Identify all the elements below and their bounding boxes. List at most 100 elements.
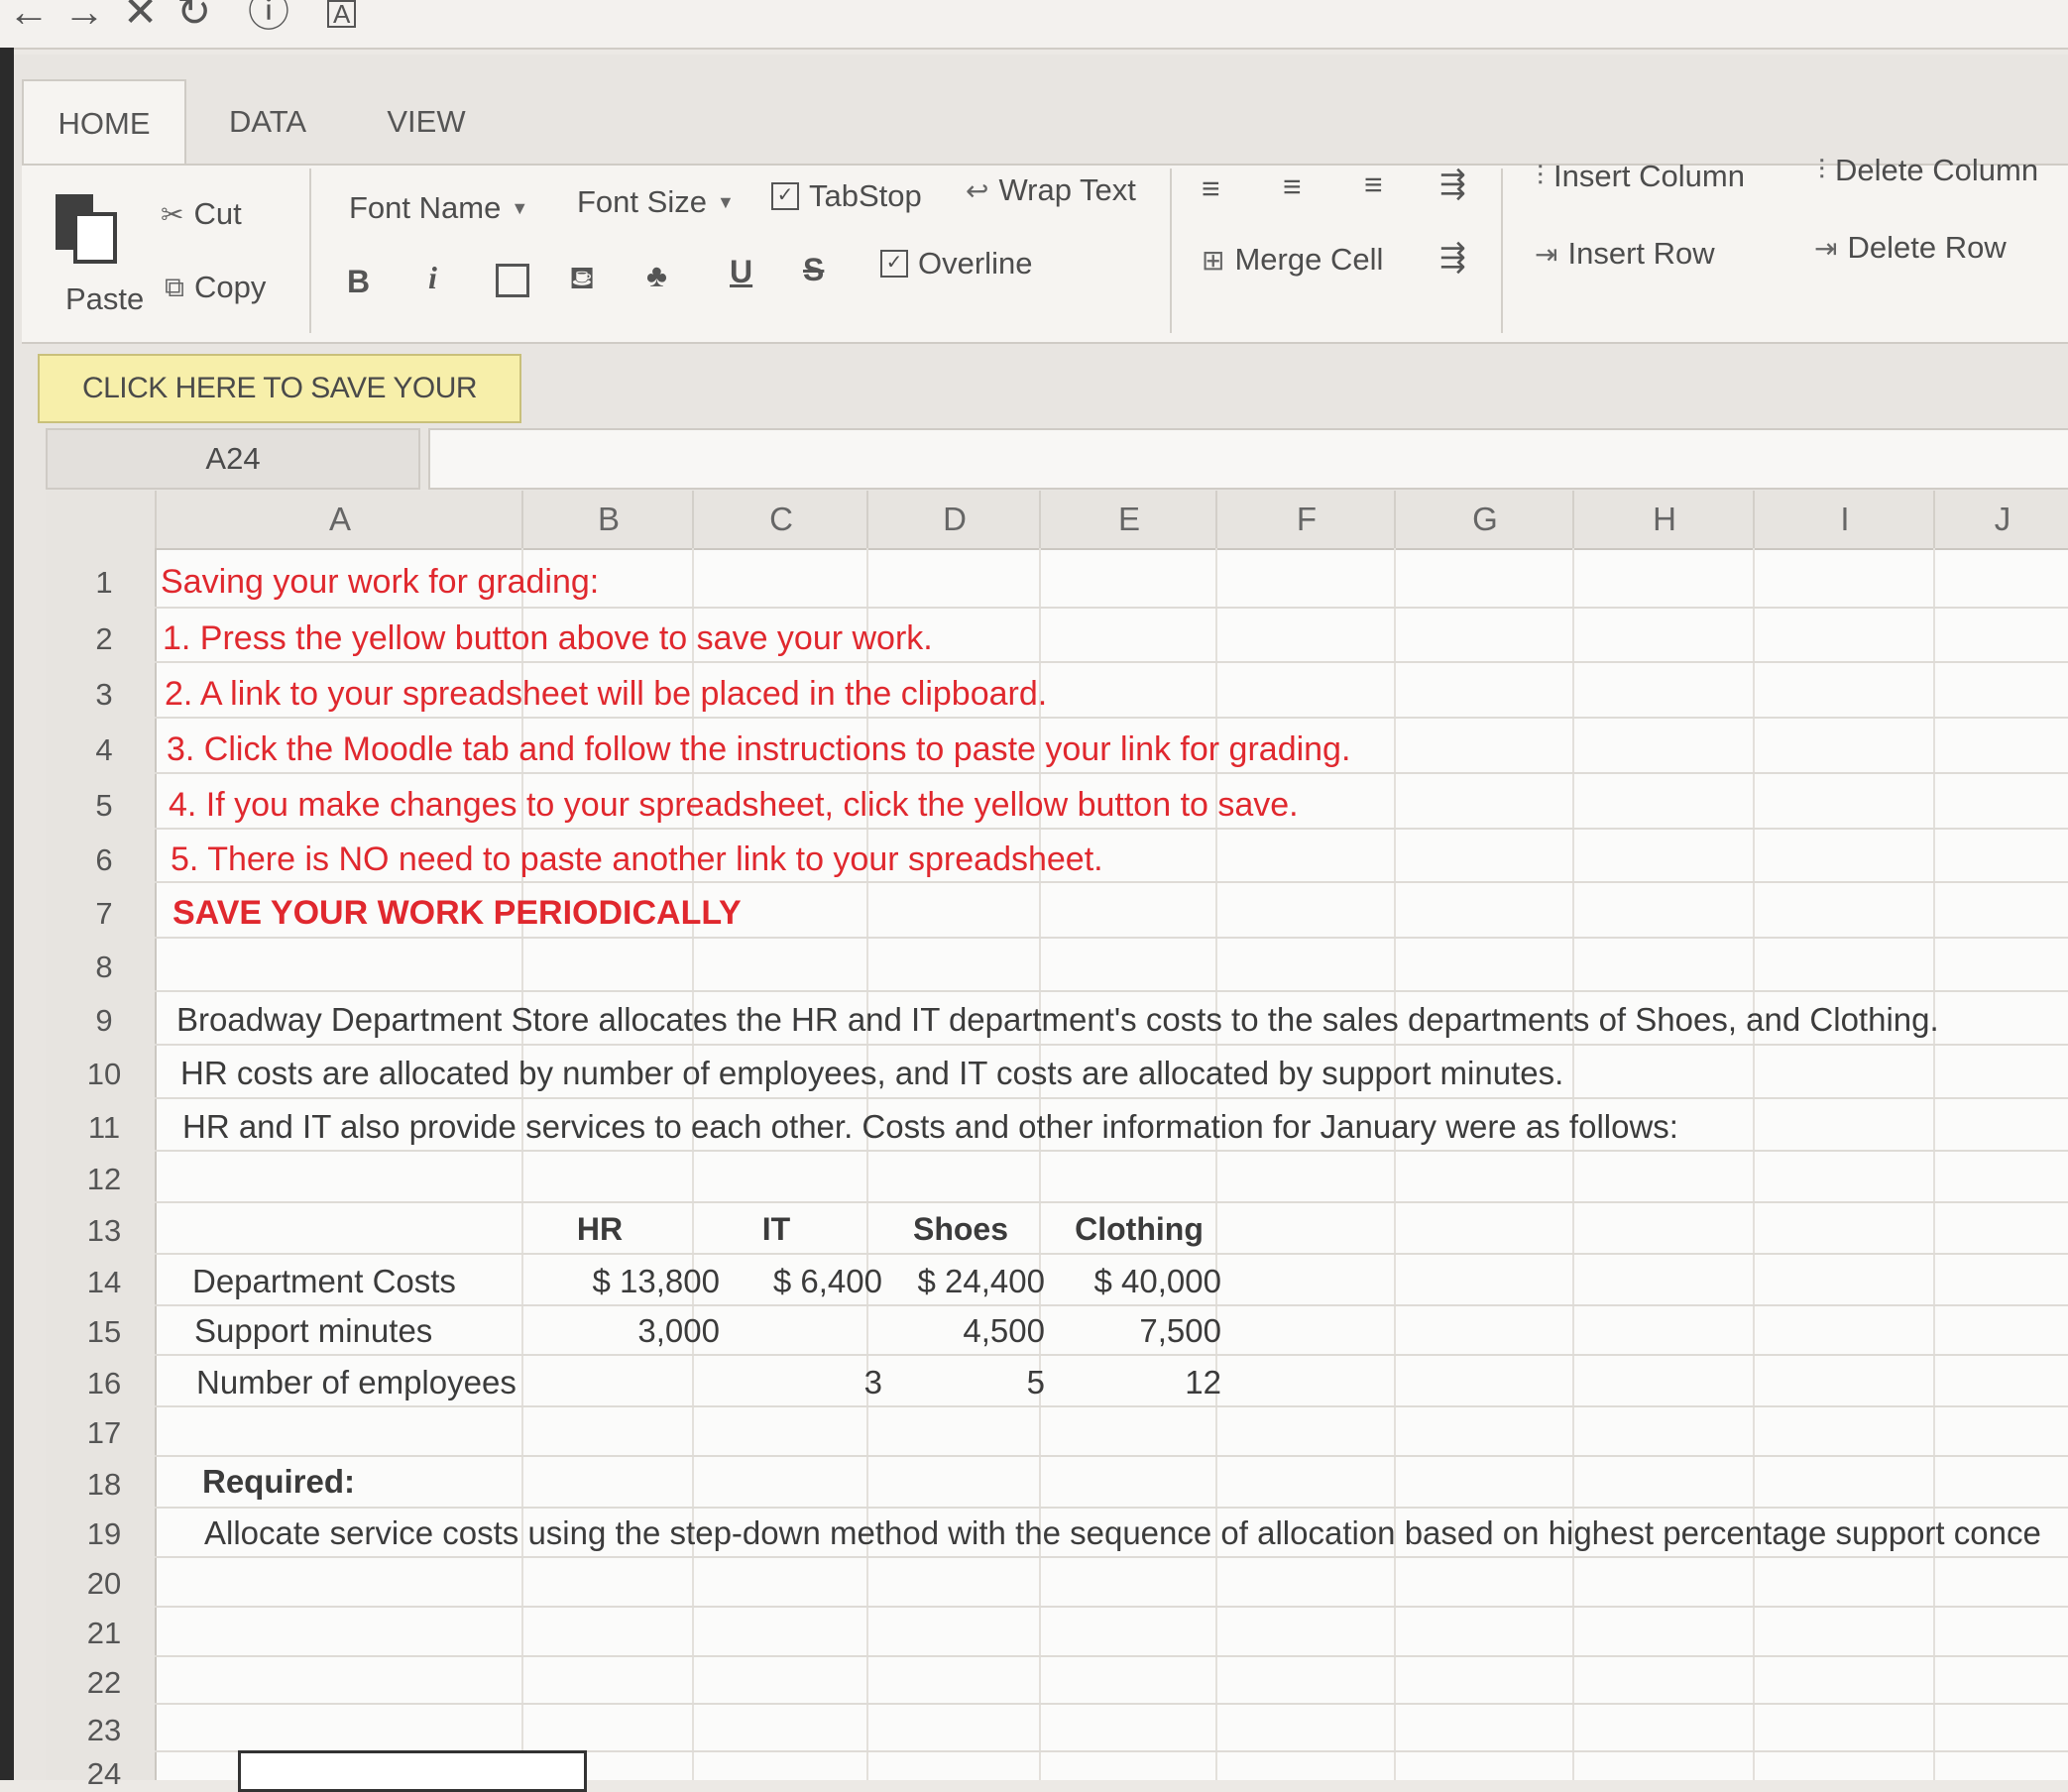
copy-button[interactable]: ⧉ Copy: [165, 270, 266, 305]
row-header-16[interactable]: 16: [59, 1366, 149, 1401]
row-header-22[interactable]: 22: [59, 1665, 149, 1701]
font-size-dropdown[interactable]: Font Size ▼: [577, 184, 735, 220]
tab-home[interactable]: HOME: [22, 79, 186, 167]
row-header-21[interactable]: 21: [59, 1616, 149, 1651]
save-work-button[interactable]: CLICK HERE TO SAVE YOUR WORK: [38, 354, 521, 470]
row-header-13[interactable]: 13: [59, 1213, 149, 1249]
paste-icon[interactable]: [56, 190, 117, 264]
delete-row-button[interactable]: ⇥ Delete Row: [1814, 230, 2007, 266]
cell-clothing-minutes[interactable]: 7,500: [1041, 1312, 1221, 1350]
outdent-icon[interactable]: ⇶: [1439, 238, 1466, 276]
cell-a10[interactable]: HR costs are allocated by number of empl…: [180, 1055, 1563, 1092]
fill-color-icon[interactable]: ⛾: [569, 260, 595, 300]
column-header-f[interactable]: F: [1215, 491, 1396, 548]
forward-arrow-icon[interactable]: →: [63, 0, 105, 33]
row-header-20[interactable]: 20: [59, 1566, 149, 1602]
column-header-c[interactable]: C: [692, 491, 868, 548]
row-header-19[interactable]: 19: [59, 1516, 149, 1552]
header-hr[interactable]: HR: [535, 1211, 664, 1248]
column-header-j[interactable]: J: [1933, 491, 2068, 548]
header-clothing[interactable]: Clothing: [1055, 1211, 1223, 1248]
row-header-8[interactable]: 8: [59, 950, 149, 985]
reader-icon[interactable]: A: [327, 0, 357, 28]
row-header-14[interactable]: 14: [59, 1265, 149, 1300]
cell-shoes-minutes[interactable]: 4,500: [868, 1312, 1045, 1350]
cell-a5[interactable]: 4. If you make changes to your spreadshe…: [169, 786, 1299, 825]
selected-cell-a24[interactable]: [238, 1750, 587, 1792]
column-header-d[interactable]: D: [866, 491, 1041, 548]
italic-button[interactable]: i: [428, 260, 437, 296]
row-header-15[interactable]: 15: [59, 1314, 149, 1350]
header-shoes[interactable]: Shoes: [896, 1211, 1025, 1248]
formula-bar[interactable]: [428, 428, 2068, 490]
cell-shoes-employees[interactable]: 5: [868, 1364, 1045, 1401]
column-header-i[interactable]: I: [1753, 491, 1935, 548]
cell-a1[interactable]: Saving your work for grading:: [161, 563, 599, 602]
column-header-e[interactable]: E: [1039, 491, 1217, 548]
underline-button[interactable]: U: [730, 254, 752, 290]
row-header-6[interactable]: 6: [59, 842, 149, 878]
cell-a6[interactable]: 5. There is NO need to paste another lin…: [171, 840, 1103, 879]
row-header-17[interactable]: 17: [59, 1415, 149, 1451]
cell-a4[interactable]: 3. Click the Moodle tab and follow the i…: [167, 730, 1350, 769]
cell-hr-minutes[interactable]: 3,000: [525, 1312, 720, 1350]
cell-a19[interactable]: Allocate service costs using the step-do…: [204, 1514, 2041, 1552]
row-label-department-costs[interactable]: Department Costs: [192, 1263, 456, 1300]
align-left-icon[interactable]: ≡: [1202, 170, 1220, 207]
info-icon[interactable]: ⓘ: [248, 0, 289, 33]
cell-a3[interactable]: 2. A link to your spreadsheet will be pl…: [165, 675, 1047, 714]
row-header-2[interactable]: 2: [59, 621, 149, 657]
row-header-12[interactable]: 12: [59, 1162, 149, 1197]
column-header-g[interactable]: G: [1394, 491, 1574, 548]
paste-button[interactable]: Paste: [65, 281, 144, 317]
align-center-icon[interactable]: ≡: [1283, 168, 1302, 205]
cell-hr-costs[interactable]: $ 13,800: [525, 1263, 720, 1300]
tabstop-checkbox[interactable]: ✓ TabStop: [771, 178, 922, 214]
row-header-23[interactable]: 23: [59, 1713, 149, 1748]
name-box[interactable]: A24: [46, 428, 420, 490]
cell-clothing-costs[interactable]: $ 40,000: [1041, 1263, 1221, 1300]
insert-row-button[interactable]: ⇥ Insert Row: [1535, 236, 1715, 272]
cell-clothing-employees[interactable]: 12: [1041, 1364, 1221, 1401]
cell-a18[interactable]: Required:: [202, 1463, 355, 1501]
merge-cell-button[interactable]: ⊞ Merge Cell: [1202, 242, 1383, 278]
row-header-5[interactable]: 5: [59, 788, 149, 824]
close-icon[interactable]: ✕: [123, 0, 158, 33]
strikethrough-button[interactable]: S: [803, 252, 824, 288]
column-header-h[interactable]: H: [1572, 491, 1755, 548]
border-icon[interactable]: [496, 264, 529, 297]
bold-button[interactable]: B: [347, 264, 370, 300]
font-name-dropdown[interactable]: Font Name ▼: [349, 190, 528, 226]
cut-button[interactable]: ✂ Cut: [161, 196, 242, 232]
row-header-1[interactable]: 1: [59, 565, 149, 601]
cell-a7[interactable]: SAVE YOUR WORK PERIODICALLY: [172, 894, 742, 933]
overline-checkbox[interactable]: ✓ Overline: [880, 246, 1032, 281]
cell-a9[interactable]: Broadway Department Store allocates the …: [176, 1001, 1939, 1039]
tab-data[interactable]: DATA: [198, 79, 337, 165]
row-label-support-minutes[interactable]: Support minutes: [194, 1312, 432, 1350]
row-header-11[interactable]: 11: [59, 1110, 149, 1146]
cell-it-employees[interactable]: 3: [694, 1364, 882, 1401]
insert-column-button[interactable]: ⫶ Insert Column: [1537, 159, 1745, 194]
cell-it-costs[interactable]: $ 6,400: [694, 1263, 882, 1300]
cell-shoes-costs[interactable]: $ 24,400: [868, 1263, 1045, 1300]
reload-icon[interactable]: ↻: [176, 0, 211, 33]
column-header-a[interactable]: A: [155, 491, 523, 548]
align-right-icon[interactable]: ≡: [1364, 167, 1383, 203]
back-arrow-icon[interactable]: ←: [8, 0, 50, 33]
row-header-24[interactable]: 24: [59, 1756, 149, 1792]
delete-column-button[interactable]: ⫶ Delete Column: [1818, 153, 2038, 188]
cell-a11[interactable]: HR and IT also provide services to each …: [182, 1108, 1678, 1146]
header-it[interactable]: IT: [712, 1211, 841, 1248]
row-header-4[interactable]: 4: [59, 732, 149, 768]
column-header-b[interactable]: B: [521, 491, 694, 548]
row-header-3[interactable]: 3: [59, 677, 149, 713]
row-header-18[interactable]: 18: [59, 1467, 149, 1503]
tab-view[interactable]: VIEW: [357, 79, 496, 165]
indent-icon[interactable]: ⇶: [1439, 165, 1466, 202]
row-label-number-of-employees[interactable]: Number of employees: [196, 1364, 517, 1401]
font-color-icon[interactable]: ♣: [646, 258, 667, 294]
row-header-7[interactable]: 7: [59, 896, 149, 932]
wrap-text-button[interactable]: ↩ Wrap Text: [966, 172, 1136, 208]
cell-a2[interactable]: 1. Press the yellow button above to save…: [163, 619, 933, 658]
